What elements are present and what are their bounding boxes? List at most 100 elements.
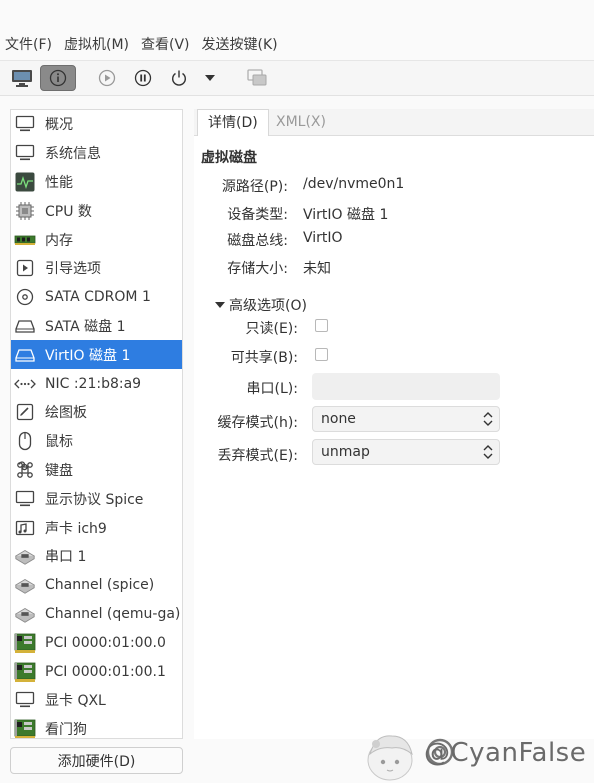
sidebar-item-label: Channel (qemu-ga) <box>45 605 181 622</box>
sidebar-item[interactable]: VirtIO 磁盘 1 <box>11 340 182 370</box>
menu-file[interactable]: 文件(F) <box>0 30 58 60</box>
source-path-value: /dev/nvme0n1 <box>303 176 405 192</box>
power-icon <box>172 70 186 86</box>
advanced-options-expander[interactable]: 高级选项(O) <box>215 295 307 315</box>
tab-xml[interactable]: XML(X) <box>266 109 336 136</box>
network-icon <box>14 373 36 395</box>
discard-mode-select[interactable]: unmap <box>312 439 500 465</box>
hard-disk-icon <box>14 315 36 337</box>
sidebar-item[interactable]: 显卡 QXL <box>11 686 182 715</box>
info-icon <box>49 69 67 87</box>
sidebar-item-label: 键盘 <box>45 462 73 479</box>
monitor-icon <box>14 113 36 135</box>
keyboard-icon <box>14 459 36 481</box>
readonly-checkbox[interactable] <box>315 319 328 332</box>
sidebar-item-label: PCI 0000:01:00.1 <box>45 663 166 680</box>
sidebar-item-label: SATA CDROM 1 <box>45 289 151 306</box>
fullscreen-button[interactable] <box>244 65 270 91</box>
boot-options-icon <box>14 257 36 279</box>
shutdown-button[interactable] <box>168 65 190 91</box>
window-titlebar <box>0 0 594 30</box>
sidebar-item[interactable]: PCI 0000:01:00.1 <box>11 657 182 686</box>
sidebar-item-label: 概况 <box>45 117 73 134</box>
sidebar-item[interactable]: NIC :21:b8:a9 <box>11 369 182 398</box>
sidebar-item-label: NIC :21:b8:a9 <box>45 375 142 392</box>
monitor-icon <box>14 142 36 164</box>
sidebar-item-label: 引导选项 <box>45 261 101 278</box>
section-title: 虚拟磁盘 <box>201 150 257 166</box>
sidebar-item[interactable]: 引导选项 <box>11 254 182 283</box>
add-hardware-button[interactable]: 添加硬件(D) <box>10 747 183 774</box>
pause-icon <box>134 69 152 87</box>
sidebar-item[interactable]: SATA CDROM 1 <box>11 283 182 312</box>
monitor-icon <box>14 689 36 711</box>
menu-view[interactable]: 查看(V) <box>135 30 196 60</box>
sidebar-item[interactable]: 键盘 <box>11 456 182 485</box>
sidebar-item[interactable]: 显示协议 Spice <box>11 484 182 513</box>
channel-icon <box>14 603 36 625</box>
sidebar-item[interactable]: 系统信息 <box>11 139 182 168</box>
sidebar-item[interactable]: 看门狗 <box>11 715 182 739</box>
tablet-icon <box>14 401 36 423</box>
pci-card-icon <box>14 661 36 683</box>
spin-arrows-icon <box>483 412 493 426</box>
sidebar-item-label: Channel (spice) <box>45 577 155 594</box>
pci-card-icon <box>14 632 36 654</box>
sidebar-item[interactable]: 串口 1 <box>11 542 182 571</box>
menu-send-key[interactable]: 发送按键(K) <box>196 30 284 60</box>
menu-bar: 文件(F) 虚拟机(M) 查看(V) 发送按键(K) <box>0 30 594 60</box>
sidebar-item-label: SATA 磁盘 1 <box>45 318 126 335</box>
sidebar-item[interactable]: 绘图板 <box>11 398 182 427</box>
sidebar-item-label: CPU 数 <box>45 203 92 220</box>
sidebar-item[interactable]: PCI 0000:01:00.0 <box>11 628 182 657</box>
sidebar-item[interactable]: 内存 <box>11 225 182 254</box>
discard-mode-label: 丢弃模式(E): <box>217 448 299 464</box>
spin-arrows-icon <box>483 445 493 459</box>
chevron-down-icon <box>205 75 215 81</box>
menu-vm[interactable]: 虚拟机(M) <box>58 30 135 60</box>
sidebar-item[interactable]: Channel (spice) <box>11 571 182 600</box>
sidebar-item-label: 声卡 ich9 <box>45 520 107 537</box>
shutdown-menu-button[interactable] <box>202 65 218 91</box>
device-type-label: 设备类型: <box>227 207 288 223</box>
discard-mode-value: unmap <box>321 444 370 460</box>
tab-bar: 详情(D) XML(X) <box>194 109 594 136</box>
run-button[interactable] <box>96 65 118 91</box>
sidebar-item[interactable]: 声卡 ich9 <box>11 513 182 542</box>
sidebar-item-label: 串口 1 <box>45 549 87 566</box>
shareable-checkbox[interactable] <box>315 348 328 361</box>
monitor-icon <box>14 488 36 510</box>
sidebar-item-label: 显卡 QXL <box>45 693 106 710</box>
performance-graph-icon <box>14 171 36 193</box>
channel-icon <box>14 574 36 596</box>
storage-size-value: 未知 <box>303 261 331 277</box>
sidebar-item[interactable]: Channel (qemu-ga) <box>11 600 182 629</box>
cdrom-icon <box>14 286 36 308</box>
details-view-button[interactable] <box>40 65 76 91</box>
device-type-value: VirtIO 磁盘 1 <box>303 207 389 223</box>
watermark-text: @CyanFalse <box>424 738 587 768</box>
serial-field[interactable] <box>312 373 500 400</box>
sidebar-item[interactable]: 鼠标 <box>11 427 182 456</box>
hardware-list: 概况系统信息 性能 CPU 数内存引导选项 SATA CDROM 1 SATA 磁盘 1… <box>10 109 183 739</box>
monitor-icon <box>12 70 32 87</box>
sidebar-item[interactable]: 概况 <box>11 110 182 139</box>
sidebar-item-label: 内存 <box>45 232 73 249</box>
mouse-icon <box>14 430 36 452</box>
sidebar-item-label: VirtIO 磁盘 1 <box>45 347 131 364</box>
pci-card-icon <box>14 718 36 738</box>
pause-button[interactable] <box>132 65 154 91</box>
disk-bus-value: VirtIO <box>303 230 343 246</box>
source-path-label: 源路径(P): <box>221 179 288 195</box>
sidebar-item[interactable]: CPU 数 <box>11 196 182 225</box>
tab-details[interactable]: 详情(D) <box>197 109 269 136</box>
sidebar-item[interactable]: 性能 <box>11 168 182 197</box>
storage-size-label: 存储大小: <box>227 261 288 277</box>
sidebar-item[interactable]: SATA 磁盘 1 <box>11 312 182 341</box>
screens-icon <box>247 69 267 86</box>
sidebar-item-label: 看门狗 <box>45 722 87 739</box>
cache-mode-select[interactable]: none <box>312 406 500 432</box>
console-view-button[interactable] <box>8 65 36 91</box>
serial-label: 串口(L): <box>246 381 298 397</box>
details-pane: 详情(D) XML(X) 虚拟磁盘 源路径(P): /dev/nvme0n1 设… <box>194 109 594 739</box>
